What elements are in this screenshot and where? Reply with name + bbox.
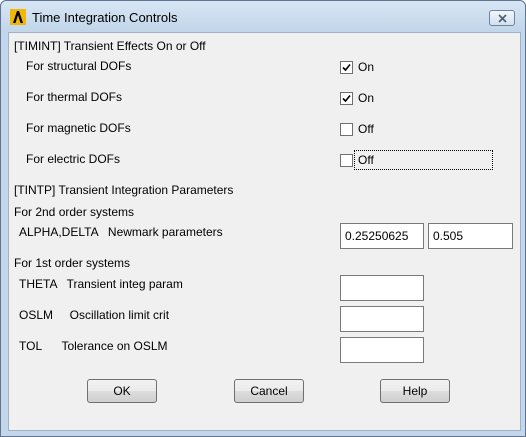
checkmark-icon <box>342 94 351 103</box>
tol-input[interactable] <box>340 337 424 363</box>
checkmark-icon <box>342 63 351 72</box>
close-button[interactable] <box>489 10 515 26</box>
delta-input[interactable]: 0.505 <box>428 223 513 249</box>
timint-section-label: [TIMINT] Transient Effects On or Off <box>14 39 206 53</box>
title-bar[interactable]: Time Integration Controls <box>1 1 525 31</box>
magnetic-dofs-label: For magnetic DOFs <box>26 121 131 135</box>
structural-dofs-label: For structural DOFs <box>26 59 132 73</box>
thermal-dofs-checkbox[interactable] <box>340 92 353 105</box>
oslm-label: OSLM Oscillation limit crit <box>19 308 170 322</box>
magnetic-dofs-checkbox[interactable] <box>340 123 353 136</box>
structural-dofs-state: On <box>358 60 375 74</box>
close-icon <box>498 14 507 23</box>
magnetic-dofs-state: Off <box>358 122 374 136</box>
theta-input[interactable] <box>340 275 424 301</box>
focus-ring <box>354 150 493 170</box>
thermal-dofs-label: For thermal DOFs <box>26 90 123 104</box>
cancel-button[interactable]: Cancel <box>234 379 304 403</box>
electric-dofs-checkbox[interactable] <box>340 154 353 167</box>
tol-label: TOL Tolerance on OSLM <box>19 339 168 353</box>
dialog-window: Time Integration Controls [TIMINT] Trans… <box>0 0 526 437</box>
electric-dofs-label: For electric DOFs <box>26 152 121 166</box>
structural-dofs-checkbox[interactable] <box>340 61 353 74</box>
oslm-input[interactable] <box>340 306 424 332</box>
electric-dofs-state: Off <box>358 153 374 167</box>
second-order-label: For 2nd order systems <box>14 205 135 219</box>
theta-label: THETA Transient integ param <box>19 277 183 291</box>
tintp-section-label: [TINTP] Transient Integration Parameters <box>14 183 234 197</box>
ansys-logo-icon <box>10 9 26 25</box>
dialog-body: [TIMINT] Transient Effects On or Off For… <box>8 32 521 431</box>
help-button[interactable]: Help <box>380 379 450 403</box>
first-order-label: For 1st order systems <box>14 256 131 270</box>
window-title: Time Integration Controls <box>32 10 178 25</box>
ok-button[interactable]: OK <box>87 379 157 403</box>
alpha-delta-label: ALPHA,DELTA Newmark parameters <box>19 225 223 239</box>
thermal-dofs-state: On <box>358 91 375 105</box>
alpha-input[interactable]: 0.25250625 <box>340 223 424 249</box>
